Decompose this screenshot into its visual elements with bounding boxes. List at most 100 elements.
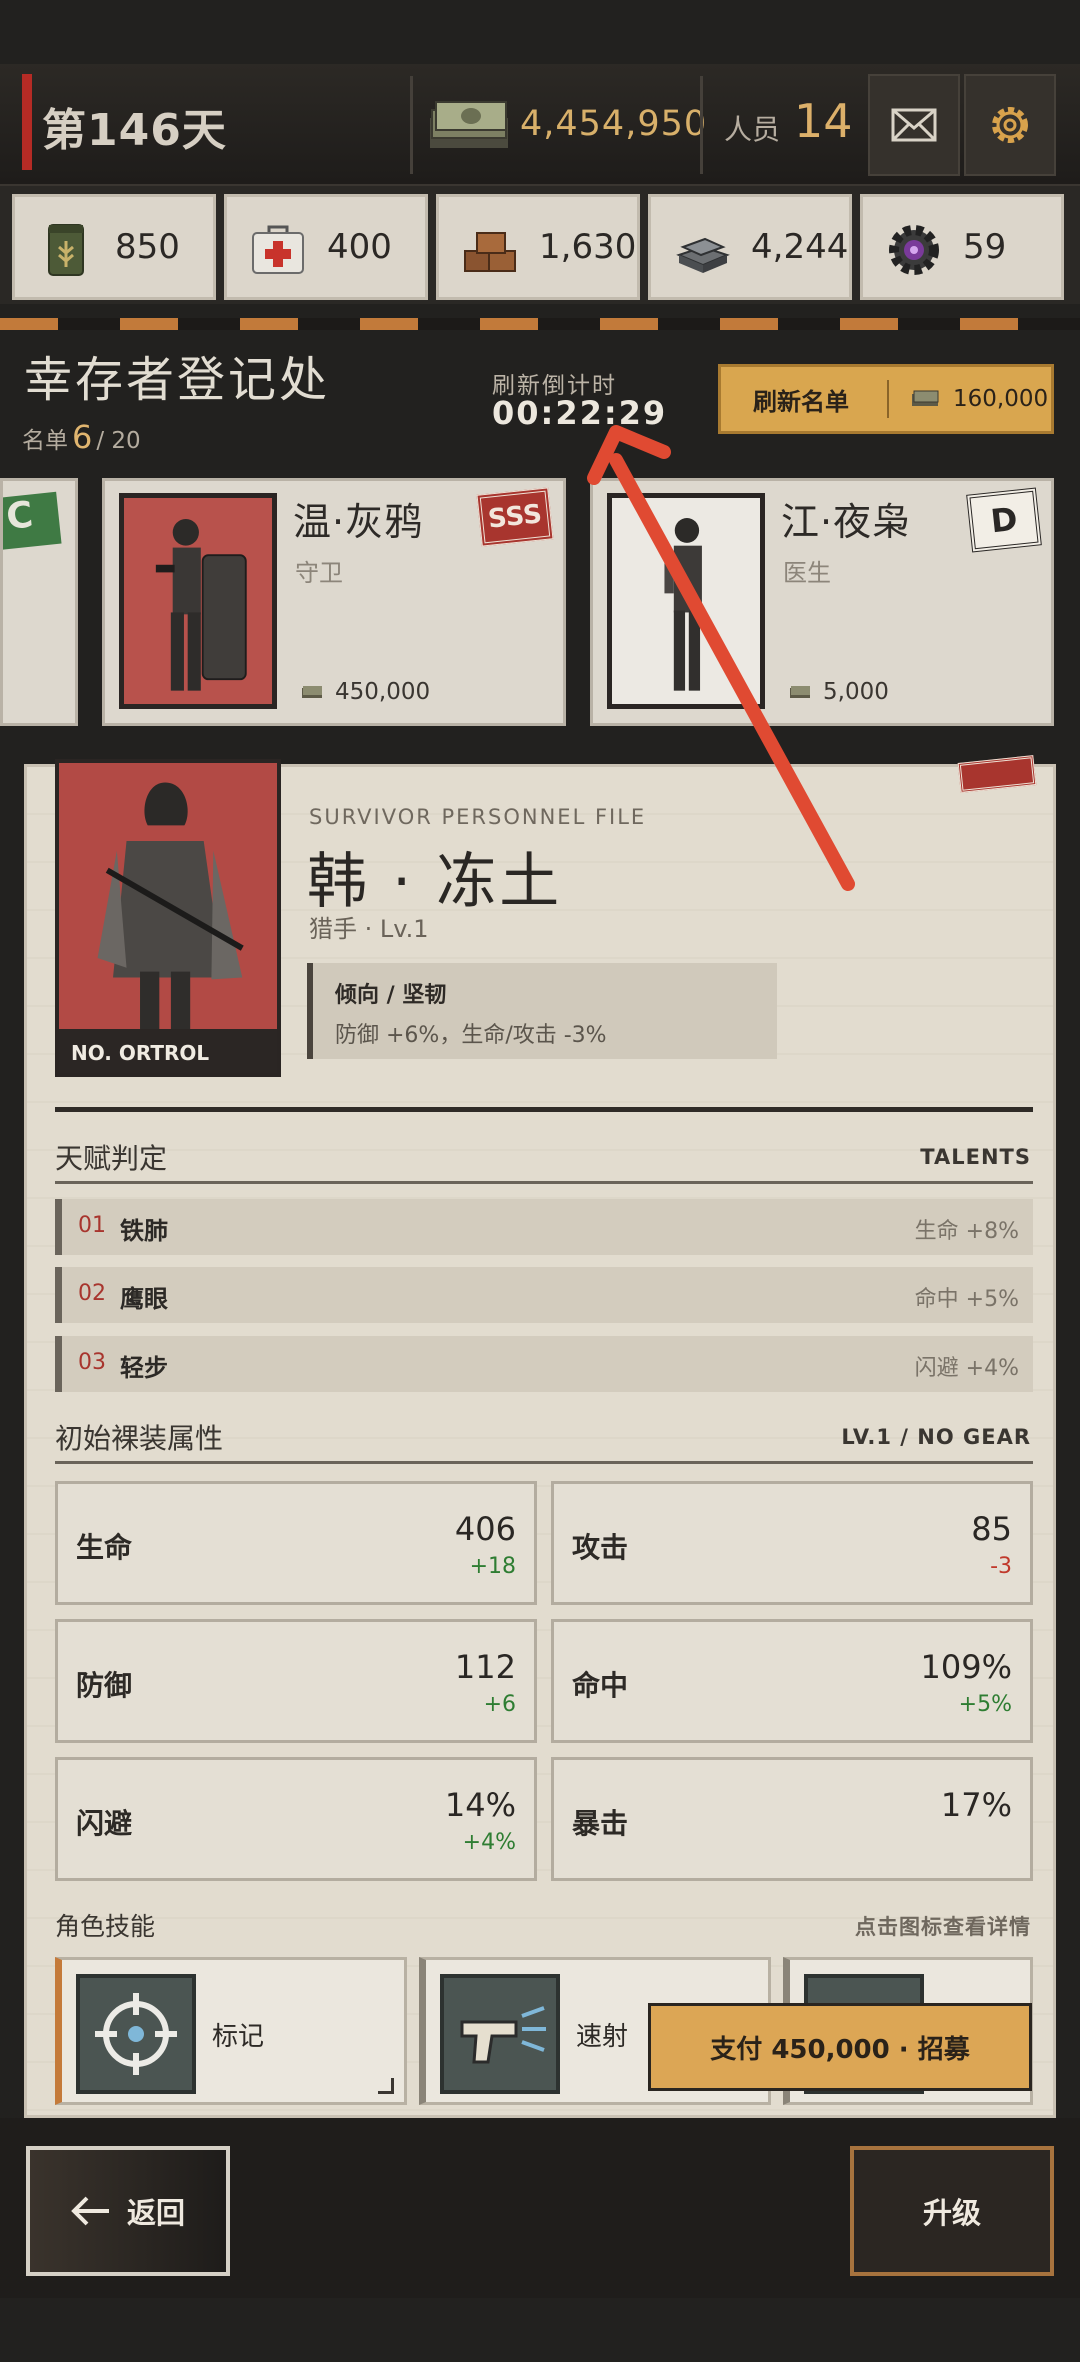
stat-delta: -3 bbox=[990, 1554, 1012, 1579]
resource-parts[interactable]: 59 bbox=[860, 194, 1064, 300]
skill-card[interactable]: 标记 bbox=[55, 1957, 407, 2105]
resource-value: 400 bbox=[327, 227, 392, 267]
mail-button[interactable] bbox=[868, 74, 960, 176]
survivor-role: 医生 bbox=[783, 559, 831, 587]
roster-card[interactable]: 温·灰鸦 守卫 450,000 SSS bbox=[102, 478, 566, 726]
divider bbox=[887, 380, 889, 418]
talent-name: 轻步 bbox=[120, 1354, 168, 1382]
resource-value: 4,244 bbox=[751, 227, 849, 267]
stat-hp: 生命 406 +18 bbox=[55, 1481, 537, 1605]
settings-button[interactable] bbox=[964, 74, 1056, 176]
back-button[interactable]: 返回 bbox=[26, 2146, 230, 2276]
bottom-bar: 返回 升级 bbox=[0, 2118, 1080, 2298]
crosshair-icon bbox=[76, 1974, 196, 2094]
hazard-stripe bbox=[0, 318, 1080, 330]
stat-value: 17% bbox=[940, 1786, 1012, 1824]
resource-value: 1,630 bbox=[539, 227, 637, 267]
day-counter: 第146天 bbox=[42, 105, 227, 156]
stat-defense: 防御 112 +6 bbox=[55, 1619, 537, 1743]
roster-count: 名单 6/ 20 bbox=[22, 418, 141, 456]
app-root: 第146天 4,454,950 人员 14 850 400 1,630 4,24… bbox=[0, 0, 1080, 2362]
trait-box: 倾向 / 坚韧 防御 +6%，生命/攻击 -3% bbox=[307, 963, 777, 1059]
talent-effect: 生命 +8% bbox=[914, 1219, 1019, 1244]
divider bbox=[700, 76, 703, 174]
skill-name: 速射 bbox=[576, 2022, 629, 2052]
roster-card[interactable]: 江·夜枭 医生 5,000 D bbox=[590, 478, 1054, 726]
survivor-portrait bbox=[119, 493, 277, 709]
stat-delta: +5% bbox=[958, 1692, 1012, 1717]
metal-icon bbox=[676, 237, 730, 273]
resource-value: 59 bbox=[963, 227, 1007, 267]
resource-wood[interactable]: 1,630 bbox=[436, 194, 640, 300]
survivor-role: 守卫 bbox=[295, 559, 343, 587]
corner-mark bbox=[378, 2078, 394, 2094]
cash-value: 4,454,950 bbox=[520, 104, 708, 144]
talent-num: 01 bbox=[78, 1213, 106, 1238]
roster-card[interactable]: C bbox=[0, 478, 78, 726]
talent-row: 02 鹰眼 命中 +5% bbox=[55, 1267, 1033, 1323]
stat-value: 406 bbox=[454, 1510, 516, 1548]
trait-desc: 防御 +6%，生命/攻击 -3% bbox=[335, 1023, 607, 1048]
divider bbox=[55, 1461, 1033, 1464]
personnel-file: NO. ORTROL SURVIVOR PERSONNEL FILE 韩 · 冻… bbox=[24, 755, 1056, 2118]
resource-bar: 850 400 1,630 4,244 59 bbox=[0, 186, 1080, 304]
stat-delta: +4% bbox=[462, 1830, 516, 1855]
refresh-list-label: 刷新名单 bbox=[753, 387, 849, 416]
survivor-price: 450,000 bbox=[301, 679, 430, 705]
talent-name: 鹰眼 bbox=[120, 1285, 168, 1313]
stat-value: 112 bbox=[454, 1648, 516, 1686]
grade-stamp bbox=[957, 755, 1037, 793]
refresh-timer-value: 00:22:29 bbox=[492, 394, 668, 432]
talent-effect: 命中 +5% bbox=[914, 1287, 1019, 1312]
stats-title: 初始裸装属性 bbox=[55, 1422, 224, 1455]
stat-value: 85 bbox=[971, 1510, 1012, 1548]
talents-en: TALENTS bbox=[920, 1145, 1031, 1169]
survivor-portrait bbox=[607, 493, 765, 709]
trait-title: 倾向 / 坚韧 bbox=[335, 983, 447, 1008]
top-bar: 第146天 4,454,950 人员 14 bbox=[0, 64, 1080, 186]
grade-badge: SSS bbox=[476, 487, 554, 547]
stat-label: 防御 bbox=[76, 1669, 133, 1702]
stat-value: 14% bbox=[444, 1786, 516, 1824]
stat-label: 暴击 bbox=[572, 1807, 629, 1840]
cash-icon bbox=[430, 101, 508, 148]
resource-medkit[interactable]: 400 bbox=[224, 194, 428, 300]
refresh-list-button[interactable]: 刷新名单 160,000 bbox=[718, 364, 1054, 434]
cash-icon bbox=[302, 686, 322, 698]
arrow-left-icon bbox=[71, 2196, 109, 2226]
staff-count: 14 bbox=[794, 94, 853, 148]
survivor-name: 温·灰鸦 bbox=[293, 500, 424, 544]
survivor-name: 韩 · 冻土 bbox=[307, 847, 563, 917]
portrait-tag: NO. ORTROL bbox=[59, 1029, 277, 1073]
wood-icon bbox=[464, 232, 516, 272]
stat-label: 闪避 bbox=[76, 1807, 133, 1840]
upgrade-button[interactable]: 升级 bbox=[850, 2146, 1054, 2276]
talents-title: 天赋判定 bbox=[55, 1142, 168, 1175]
mail-icon bbox=[891, 108, 937, 142]
stat-accuracy: 命中 109% +5% bbox=[551, 1619, 1033, 1743]
back-label: 返回 bbox=[126, 2196, 185, 2230]
stat-label: 命中 bbox=[572, 1669, 629, 1702]
grade-badge: D bbox=[966, 487, 1042, 553]
stat-value: 109% bbox=[920, 1648, 1012, 1686]
talent-num: 03 bbox=[78, 1350, 106, 1375]
cash-icon bbox=[790, 686, 810, 698]
upgrade-label: 升级 bbox=[922, 2196, 981, 2230]
talent-num: 02 bbox=[78, 1281, 106, 1306]
talent-effect: 闪避 +4% bbox=[914, 1356, 1019, 1381]
survivor-price-value: 450,000 bbox=[335, 679, 431, 705]
resource-value: 850 bbox=[115, 227, 180, 267]
stat-crit: 暴击 17% bbox=[551, 1757, 1033, 1881]
recruit-button[interactable]: 支付 450,000 · 招募 bbox=[648, 2003, 1032, 2091]
roster-count-total: / 20 bbox=[96, 428, 141, 454]
resource-metal[interactable]: 4,244 bbox=[648, 194, 852, 300]
survivor-class-level: 猎手 · Lv.1 bbox=[309, 915, 429, 943]
file-eyebrow: SURVIVOR PERSONNEL FILE bbox=[309, 805, 647, 829]
resource-food[interactable]: 850 bbox=[12, 194, 216, 300]
skill-name: 标记 bbox=[212, 2022, 265, 2052]
survivor-name: 江·夜枭 bbox=[781, 500, 912, 544]
roster-count-current: 6 bbox=[72, 418, 93, 456]
pistol-icon bbox=[440, 1974, 560, 2094]
talent-row: 01 铁肺 生命 +8% bbox=[55, 1199, 1033, 1255]
stat-evasion: 闪避 14% +4% bbox=[55, 1757, 537, 1881]
